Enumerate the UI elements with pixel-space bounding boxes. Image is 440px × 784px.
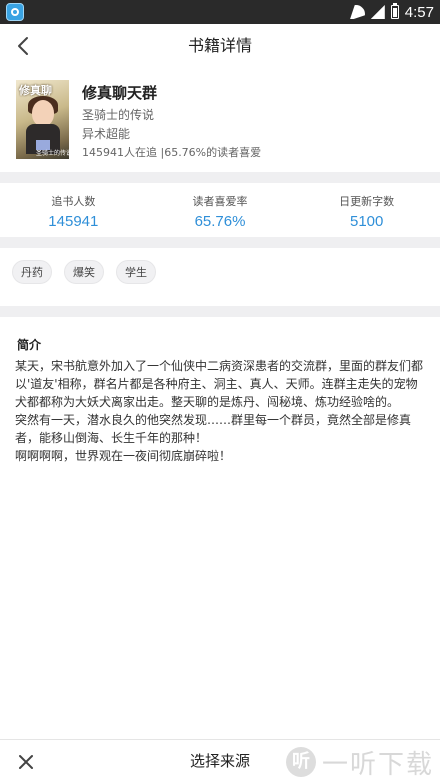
battery-icon [390,3,399,19]
signal-icon [370,5,385,19]
tag-chip[interactable]: 丹药 [12,260,52,284]
cover-author: 圣骑士的传说 [36,150,69,157]
book-title: 修真聊天群 [82,84,158,102]
tag-chip[interactable]: 爆笑 [64,260,104,284]
stat-value: 5100 [349,213,384,230]
select-source-button[interactable]: 选择来源 [160,740,280,784]
status-icons: 4:57 [347,0,434,24]
stat-label: 追书人数 [51,195,96,208]
close-icon [19,755,33,769]
cover-title: 修真聊 [19,84,52,97]
status-time: 4:57 [404,3,434,21]
status-bar: 4:57 [0,0,440,24]
stat-like-rate: 读者喜爱率 65.76% [147,183,294,237]
stat-label: 读者喜爱率 [192,195,248,208]
top-bar: 书籍详情 [0,24,440,68]
stat-value: 65.76% [194,213,246,230]
stat-label: 日更新字数 [339,195,395,208]
stat-followers: 追书人数 145941 [0,183,147,237]
book-cover[interactable]: 修真聊 圣骑士的传说 [16,80,69,159]
wifi-icon [347,5,365,19]
intro-text: 某天，宋书航意外加入了一个仙侠中二病资深患者的交流群，里面的群友们都以'道友'相… [15,359,424,463]
section-divider [0,172,440,183]
close-button[interactable] [12,748,40,776]
book-stats-line: 145941人在追 |65.76%的读者喜爱 [82,146,262,159]
stat-daily-words: 日更新字数 5100 [293,183,440,237]
book-author[interactable]: 圣骑士的传说 [82,106,154,123]
intro-heading: 简介 [17,338,42,352]
watermark-logo: 听 [285,747,316,777]
watermark: 听 一听下载 [285,743,434,781]
stats-row: 追书人数 145941 读者喜爱率 65.76% 日更新字数 5100 [0,183,440,237]
section-divider [0,306,440,317]
section-divider [0,237,440,248]
tag-chip[interactable]: 学生 [116,260,156,284]
book-info-section: 修真聊 圣骑士的传说 修真聊天群 圣骑士的传说 异术超能 145941人在追 |… [0,68,440,172]
app-notification-icon [6,3,24,21]
watermark-text: 一听下载 [321,749,434,780]
tag-list: 丹药 爆笑 学生 [12,260,156,284]
stat-value: 145941 [48,213,99,230]
book-genre: 异术超能 [82,127,131,141]
page-title: 书籍详情 [187,36,252,55]
bottom-bar: 选择来源 听 一听下载 [0,739,440,783]
